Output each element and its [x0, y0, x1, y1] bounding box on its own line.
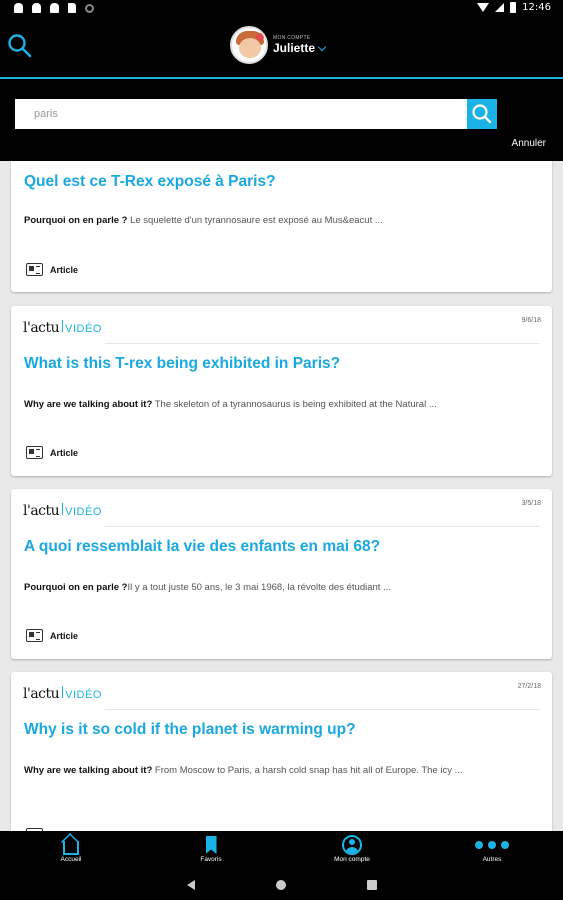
signal-icon: [495, 3, 505, 12]
sync-icon: [85, 3, 94, 13]
more-dots-icon: [475, 841, 509, 849]
sd-card-icon: [68, 3, 76, 13]
app-header: MON COMPTE Juliette: [0, 18, 563, 78]
clock: 12:46: [522, 2, 551, 13]
search-input[interactable]: [15, 99, 467, 129]
app-screen: 12:46 MON COMPTE Juliette paris Annuler …: [0, 0, 563, 900]
result-card[interactable]: l'actu VIDÉO 27/2/18 Why is it so cold if…: [11, 672, 552, 831]
result-card[interactable]: l'actu VIDÉO 9/6/18 What is this T-rex be…: [11, 306, 552, 476]
notification-bell-icon: [14, 3, 23, 13]
recent-apps-icon[interactable]: [367, 880, 377, 890]
newspaper-icon: [26, 263, 43, 276]
nav-item-label: Autres: [482, 856, 502, 863]
brand-logo: l'actu VIDÉO: [23, 503, 102, 519]
nav-item-label: Mon compte: [334, 856, 370, 863]
card-date: 3/5/18: [521, 500, 541, 507]
nav-item-favoris[interactable]: Favoris: [166, 834, 256, 863]
notification-bell-icon: [32, 3, 41, 13]
nav-item-autres[interactable]: Autres: [447, 834, 537, 863]
home-circle-icon[interactable]: [276, 880, 286, 890]
card-divider: [105, 343, 540, 344]
card-summary: Why are we talking about it? From Moscow…: [24, 765, 463, 776]
account-icon: [342, 835, 362, 855]
card-summary: Why are we talking about it? The skeleto…: [24, 399, 437, 410]
back-icon[interactable]: [187, 880, 195, 890]
avatar: [230, 26, 268, 64]
result-card[interactable]: Quel est ce T-Rex exposé à Paris? Pourqu…: [11, 161, 552, 292]
card-title[interactable]: Quel est ce T-Rex exposé à Paris?: [24, 173, 276, 191]
chevron-down-icon: [317, 42, 327, 51]
battery-icon: [510, 2, 517, 13]
brand-logo: l'actu VIDÉO: [23, 320, 102, 336]
nav-item-label: Accueil: [60, 856, 82, 863]
card-title[interactable]: What is this T-rex being exhibited in Pa…: [24, 355, 340, 373]
newspaper-icon: [26, 446, 43, 459]
home-icon: [63, 841, 79, 855]
newspaper-icon: [26, 629, 43, 642]
status-bar: 12:46: [0, 0, 563, 18]
card-date: 9/6/18: [521, 317, 541, 324]
cancel-button[interactable]: Annuler: [512, 138, 546, 149]
card-title[interactable]: A quoi ressemblait la vie des enfants en…: [24, 538, 380, 556]
bookmark-icon: [205, 836, 217, 854]
card-type: Article: [26, 629, 78, 642]
notification-icons: [14, 3, 94, 13]
card-type: Article: [26, 446, 78, 459]
card-type: Article: [26, 263, 78, 276]
nav-item-accueil[interactable]: Accueil: [26, 834, 116, 863]
brand-logo: l'actu VIDÉO: [23, 686, 102, 702]
search-icon: [472, 104, 492, 124]
notification-bell-icon: [50, 3, 59, 13]
card-title[interactable]: Why is it so cold if the planet is warmi…: [24, 721, 356, 739]
card-summary: Pourquoi on en parle ? Le squelette d'un…: [24, 215, 383, 226]
search-bar: Annuler: [0, 79, 563, 161]
account-name: Juliette: [273, 41, 327, 55]
system-navigation-bar: [0, 871, 563, 900]
card-divider: [105, 526, 540, 527]
search-icon[interactable]: [6, 32, 34, 60]
result-card[interactable]: l'actu VIDÉO 3/5/18 A quoi ressemblait la…: [11, 489, 552, 659]
nav-item-label: Favoris: [200, 856, 222, 863]
card-summary: Pourquoi on en parle ?Il y a tout juste …: [24, 582, 391, 593]
account-switcher[interactable]: MON COMPTE Juliette: [230, 26, 327, 64]
search-submit-button[interactable]: [467, 99, 497, 129]
card-date: 27/2/18: [517, 683, 541, 690]
system-indicators: 12:46: [477, 2, 551, 13]
results-feed[interactable]: Quel est ce T-Rex exposé à Paris? Pourqu…: [0, 161, 563, 831]
nav-item-mon-compte[interactable]: Mon compte: [307, 834, 397, 863]
wifi-icon: [477, 3, 490, 12]
bottom-navigation: Accueil Favoris Mon compte Autres: [0, 831, 563, 871]
card-divider: [105, 709, 540, 710]
